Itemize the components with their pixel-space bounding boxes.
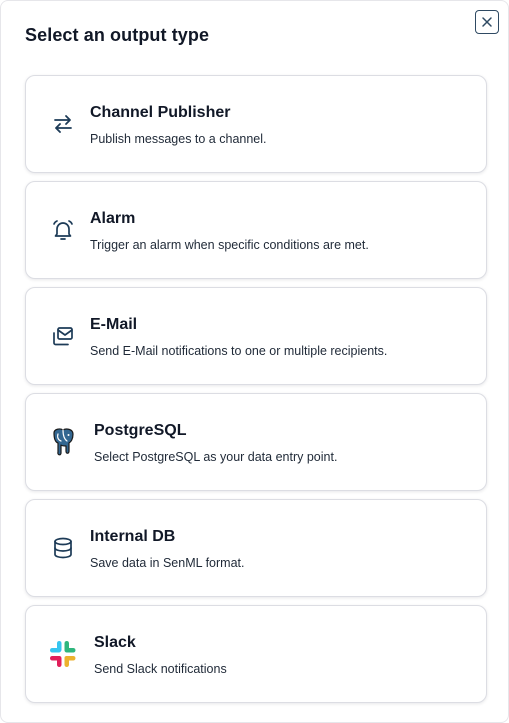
- option-postgresql[interactable]: PostgreSQL Select PostgreSQL as your dat…: [25, 393, 487, 491]
- option-title: PostgreSQL: [94, 422, 187, 439]
- option-title: Alarm: [90, 210, 136, 227]
- option-channel-publisher[interactable]: Channel Publisher Publish messages to a …: [25, 75, 487, 173]
- arrows-swap-icon: [50, 111, 76, 137]
- option-title: Slack: [94, 634, 136, 651]
- bell-icon: [50, 217, 76, 243]
- option-title: E-Mail: [90, 316, 138, 333]
- slack-icon: [48, 639, 78, 669]
- close-icon: [482, 17, 492, 27]
- output-type-list: Channel Publisher Publish messages to a …: [25, 75, 487, 703]
- postgresql-elephant-icon: [48, 427, 78, 457]
- output-type-dialog: Select an output type Channel Publisher …: [0, 0, 509, 723]
- option-description: Publish messages to a channel.: [90, 132, 267, 146]
- dialog-title: Select an output type: [25, 25, 210, 45]
- option-description: Send Slack notifications: [94, 662, 227, 676]
- option-title: Internal DB: [90, 528, 176, 545]
- option-description: Send E-Mail notifications to one or mult…: [90, 344, 388, 358]
- option-alarm[interactable]: Alarm Trigger an alarm when specific con…: [25, 181, 487, 279]
- option-description: Save data in SenML format.: [90, 556, 245, 570]
- database-icon: [50, 535, 76, 561]
- option-description: Trigger an alarm when specific condition…: [90, 238, 369, 252]
- option-internal-db[interactable]: Internal DB Save data in SenML format.: [25, 499, 487, 597]
- close-button[interactable]: [475, 10, 499, 34]
- option-description: Select PostgreSQL as your data entry poi…: [94, 450, 338, 464]
- mail-icon: [50, 323, 76, 349]
- option-slack[interactable]: Slack Send Slack notifications: [25, 605, 487, 703]
- option-title: Channel Publisher: [90, 104, 231, 121]
- option-email[interactable]: E-Mail Send E-Mail notifications to one …: [25, 287, 487, 385]
